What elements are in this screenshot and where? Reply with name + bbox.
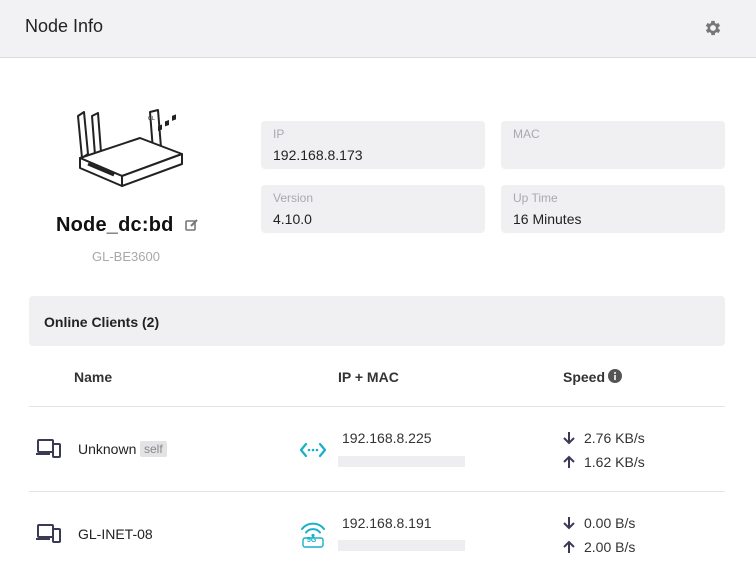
mac-label: MAC bbox=[513, 127, 540, 141]
upload-arrow-icon bbox=[563, 540, 575, 553]
svg-text:GL: GL bbox=[148, 116, 155, 122]
download-speed: 0.00 B/s bbox=[584, 515, 636, 531]
gear-icon[interactable] bbox=[703, 18, 723, 38]
info-card-version: Version 4.10.0 bbox=[261, 185, 485, 233]
page-title: Node Info bbox=[25, 16, 104, 36]
info-icon[interactable] bbox=[608, 369, 622, 383]
wired-icon bbox=[300, 442, 327, 458]
device-icon bbox=[36, 439, 61, 458]
upload-speed: 2.00 B/s bbox=[584, 539, 636, 555]
device-icon bbox=[36, 524, 61, 543]
self-badge: self bbox=[140, 441, 167, 457]
uptime-label: Up Time bbox=[513, 191, 558, 205]
column-header-ip-mac: IP + MAC bbox=[338, 369, 399, 385]
info-card-ip: IP 192.168.8.173 bbox=[261, 121, 485, 169]
upload-arrow-icon bbox=[563, 455, 575, 468]
node-model: GL-BE3600 bbox=[92, 249, 160, 264]
info-card-uptime: Up Time 16 Minutes bbox=[501, 185, 725, 233]
info-card-mac: MAC bbox=[501, 121, 725, 169]
version-value: 4.10.0 bbox=[273, 211, 312, 227]
online-clients-title: Online Clients (2) bbox=[44, 314, 160, 330]
header-bar: Node Info bbox=[0, 0, 756, 58]
column-header-name: Name bbox=[74, 369, 113, 385]
download-arrow-icon bbox=[563, 432, 575, 445]
node-name: Node_dc:bd bbox=[56, 214, 174, 236]
row-divider bbox=[29, 406, 725, 407]
client-ip: 192.168.8.191 bbox=[342, 515, 432, 531]
column-header-speed: Speed bbox=[563, 369, 606, 385]
client-ip: 192.168.8.225 bbox=[342, 430, 432, 446]
ip-value: 192.168.8.173 bbox=[273, 147, 363, 163]
router-icon: GL bbox=[77, 109, 183, 187]
upload-speed: 1.62 KB/s bbox=[584, 454, 645, 470]
download-arrow-icon bbox=[563, 517, 575, 530]
ip-label: IP bbox=[273, 127, 285, 141]
client-mac-placeholder bbox=[338, 540, 465, 551]
edit-icon[interactable] bbox=[185, 218, 199, 232]
online-clients-bar: Online Clients (2) bbox=[29, 296, 725, 346]
download-speed: 2.76 KB/s bbox=[584, 430, 645, 446]
client-name: Unknown bbox=[78, 441, 137, 457]
uptime-value: 16 Minutes bbox=[513, 211, 582, 227]
client-name: GL-INET-08 bbox=[78, 526, 153, 542]
version-label: Version bbox=[273, 191, 314, 205]
row-divider bbox=[29, 491, 725, 492]
wifi-band-label: 5G bbox=[307, 537, 317, 544]
client-mac-placeholder bbox=[338, 456, 465, 467]
